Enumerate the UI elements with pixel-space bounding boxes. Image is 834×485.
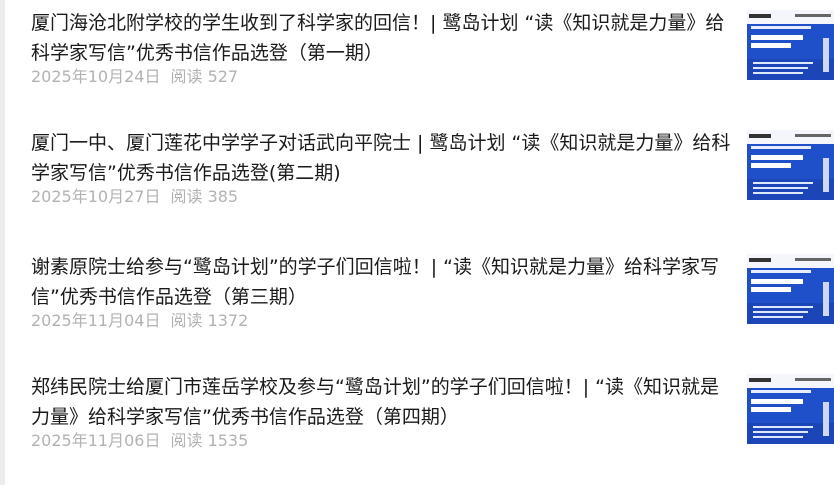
article-meta: 2025年10月24日 阅读 527: [31, 66, 238, 88]
read-label: 阅读: [170, 431, 203, 450]
thumbnail-cover-image: [747, 254, 834, 324]
thumbnail-cover-image: [747, 130, 834, 200]
article-meta: 2025年11月04日 阅读 1372: [31, 310, 248, 332]
article-item-2[interactable]: 厦门一中、厦门莲花中学学子对话武向平院士 | 鹭岛计划 “读《知识就是力量》给科…: [31, 128, 834, 228]
article-thumbnail[interactable]: [747, 254, 834, 324]
article-item-4[interactable]: 郑纬民院士给厦门市莲岳学校及参与“鹭岛计划”的学子们回信啦！| “读《知识就是力…: [31, 372, 834, 472]
article-thumbnail[interactable]: [747, 130, 834, 200]
article-item-3[interactable]: 谢素原院士给参与“鹭岛计划”的学子们回信啦！| “读《知识就是力量》给科学家写信…: [31, 252, 834, 352]
article-date: 2025年10月27日: [31, 187, 161, 206]
thumbnail-cover-image: [747, 10, 834, 80]
article-date: 2025年11月04日: [31, 311, 161, 330]
read-count: 385: [207, 187, 239, 206]
thumbnail-cover-image: [747, 374, 834, 444]
read-label: 阅读: [170, 67, 203, 86]
article-meta: 2025年11月06日 阅读 1535: [31, 430, 248, 452]
article-title[interactable]: 郑纬民院士给厦门市莲岳学校及参与“鹭岛计划”的学子们回信啦！| “读《知识就是力…: [31, 372, 731, 432]
article-date: 2025年11月06日: [31, 431, 161, 450]
read-count: 527: [207, 67, 239, 86]
left-scroll-rail: [0, 0, 5, 485]
article-thumbnail[interactable]: [747, 10, 834, 80]
article-title[interactable]: 厦门海沧北附学校的学生收到了科学家的回信！| 鹭岛计划 “读《知识就是力量》给科…: [31, 8, 731, 68]
article-list-page: 厦门海沧北附学校的学生收到了科学家的回信！| 鹭岛计划 “读《知识就是力量》给科…: [0, 0, 834, 485]
read-count: 1372: [207, 311, 249, 330]
read-label: 阅读: [170, 311, 203, 330]
article-item-1[interactable]: 厦门海沧北附学校的学生收到了科学家的回信！| 鹭岛计划 “读《知识就是力量》给科…: [31, 8, 834, 108]
article-meta: 2025年10月27日 阅读 385: [31, 186, 238, 208]
article-title[interactable]: 厦门一中、厦门莲花中学学子对话武向平院士 | 鹭岛计划 “读《知识就是力量》给科…: [31, 128, 731, 188]
article-date: 2025年10月24日: [31, 67, 161, 86]
read-label: 阅读: [170, 187, 203, 206]
read-count: 1535: [207, 431, 249, 450]
article-title[interactable]: 谢素原院士给参与“鹭岛计划”的学子们回信啦！| “读《知识就是力量》给科学家写信…: [31, 252, 731, 312]
article-thumbnail[interactable]: [747, 374, 834, 444]
